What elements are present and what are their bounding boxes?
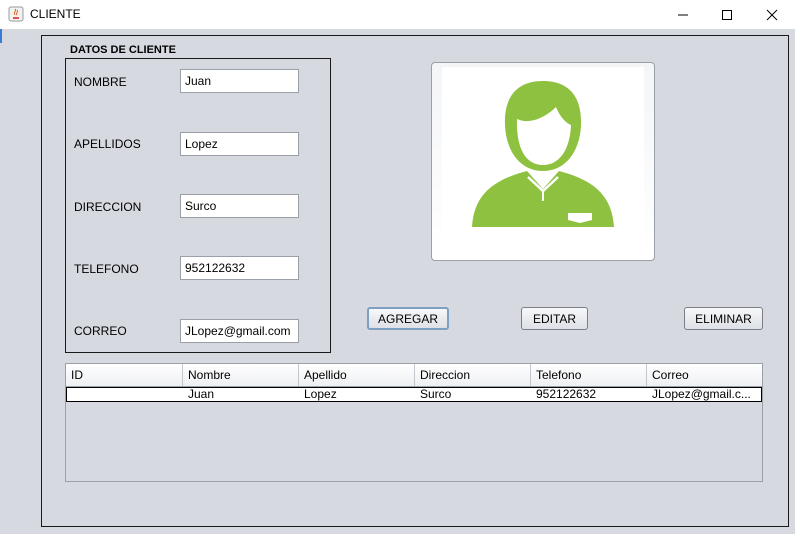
window-edge <box>0 29 2 43</box>
cell-apellido: Lopez <box>304 388 337 401</box>
label-direccion: DIRECCION <box>74 200 142 214</box>
add-button[interactable]: AGREGAR <box>367 307 449 330</box>
cell-direccion: Surco <box>420 388 452 401</box>
table-row[interactable]: Juan Lopez Surco 952122632 JLopez@gmail.… <box>66 387 762 402</box>
direccion-input[interactable] <box>180 194 299 218</box>
java-app-icon <box>8 6 24 22</box>
window-title: CLIENTE <box>30 7 81 21</box>
maximize-button[interactable] <box>704 0 750 29</box>
cell-id <box>67 388 183 401</box>
group-title: DATOS DE CLIENTE <box>70 44 176 56</box>
label-telefono: TELEFONO <box>74 262 139 276</box>
user-avatar-icon <box>472 81 614 227</box>
table-header: ID Nombre Apellido Direccion Telefono Co… <box>66 364 762 387</box>
close-icon <box>766 9 778 20</box>
nombre-input[interactable] <box>180 69 299 93</box>
telefono-input[interactable] <box>180 256 299 280</box>
cell-telefono: 952122632 <box>536 388 597 401</box>
photo-area <box>442 67 644 257</box>
photo-frame <box>431 62 655 261</box>
column-header-correo[interactable]: Correo <box>647 364 762 386</box>
column-header-nombre[interactable]: Nombre <box>183 364 299 386</box>
label-correo: CORREO <box>74 324 127 338</box>
column-header-direccion[interactable]: Direccion <box>415 364 531 386</box>
apellidos-input[interactable] <box>180 132 299 156</box>
cell-correo: JLopez@gmail.c... <box>652 388 751 401</box>
edit-button[interactable]: EDITAR <box>521 307 588 330</box>
delete-button[interactable]: ELIMINAR <box>684 307 763 330</box>
close-button[interactable] <box>749 0 795 29</box>
label-nombre: NOMBRE <box>74 75 127 89</box>
minimize-icon <box>678 14 688 15</box>
minimize-button[interactable] <box>660 0 706 29</box>
clients-table: ID Nombre Apellido Direccion Telefono Co… <box>65 363 763 482</box>
window-titlebar: CLIENTE <box>0 0 795 29</box>
maximize-icon <box>722 9 732 20</box>
cell-nombre: Juan <box>188 388 215 401</box>
column-header-telefono[interactable]: Telefono <box>531 364 647 386</box>
column-header-apellido[interactable]: Apellido <box>299 364 415 386</box>
correo-input[interactable] <box>180 319 299 343</box>
label-apellidos: APELLIDOS <box>74 137 141 151</box>
column-header-id[interactable]: ID <box>66 364 183 386</box>
